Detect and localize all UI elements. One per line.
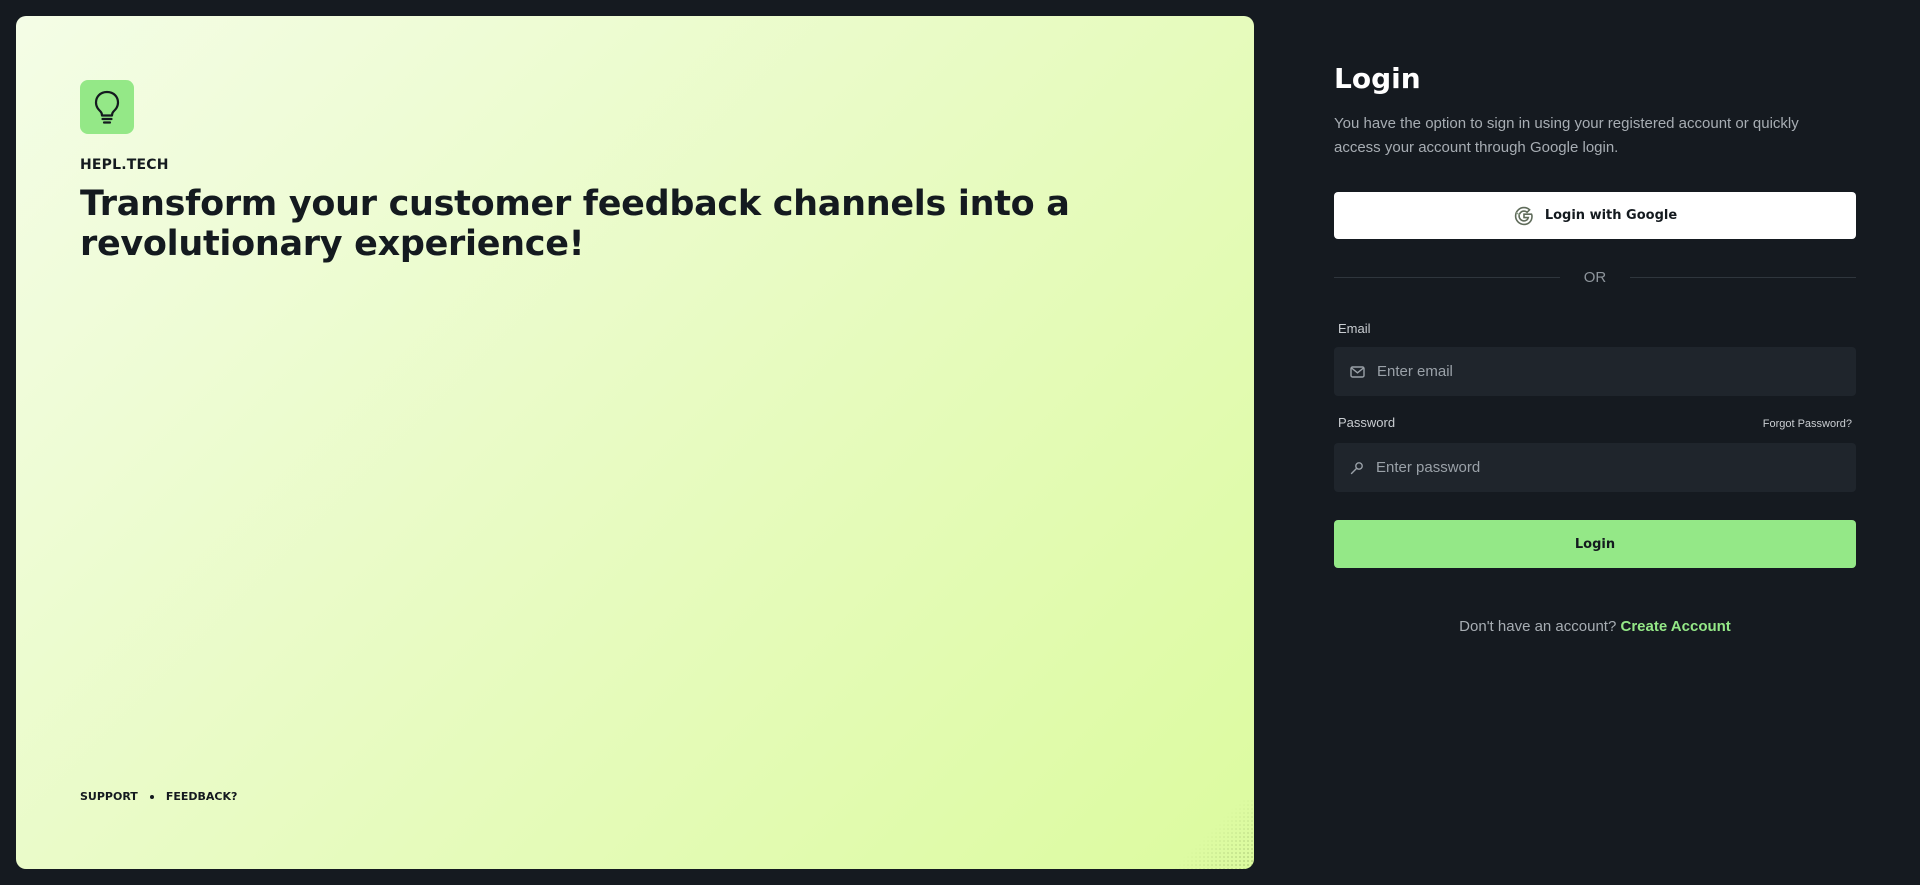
signup-row: Don't have an account? Create Account <box>1334 618 1856 635</box>
login-panel: Login You have the option to sign in usi… <box>1334 0 1856 885</box>
support-link[interactable]: SUPPORT <box>80 790 138 803</box>
corner-texture <box>1174 799 1254 869</box>
login-title: Login <box>1334 62 1421 95</box>
google-login-label: Login with Google <box>1544 208 1678 223</box>
divider-line <box>1334 277 1560 278</box>
footer-links: SUPPORT FEEDBACK? <box>80 790 237 803</box>
email-label: Email <box>1338 321 1371 336</box>
feedback-link[interactable]: FEEDBACK? <box>166 790 238 803</box>
email-input[interactable] <box>1375 347 1856 396</box>
email-field[interactable] <box>1334 347 1856 396</box>
create-account-link[interactable]: Create Account <box>1621 618 1731 635</box>
google-icon <box>1514 206 1533 225</box>
password-input[interactable] <box>1374 443 1856 492</box>
password-label: Password <box>1338 415 1396 430</box>
signup-prompt: Don't have an account? <box>1459 618 1617 635</box>
divider-line <box>1630 277 1856 278</box>
hero-headline: Transform your customer feedback channel… <box>80 184 1070 264</box>
login-description: You have the option to sign in using you… <box>1334 115 1799 156</box>
google-login-button[interactable]: Login with Google <box>1334 192 1856 239</box>
password-field[interactable] <box>1334 443 1856 492</box>
or-divider: OR <box>1334 269 1856 286</box>
logo <box>80 80 134 134</box>
or-text: OR <box>1583 269 1607 286</box>
key-icon <box>1350 461 1363 474</box>
separator-dot <box>149 794 154 799</box>
mail-icon <box>1350 365 1365 378</box>
login-button[interactable]: Login <box>1334 520 1856 568</box>
lightbulb-icon <box>94 90 120 124</box>
brand-name: HEPL.TECH <box>80 157 169 173</box>
hero-panel: HEPL.TECH Transform your customer feedba… <box>16 16 1254 869</box>
forgot-password-link[interactable]: Forgot Password? <box>1763 418 1852 430</box>
